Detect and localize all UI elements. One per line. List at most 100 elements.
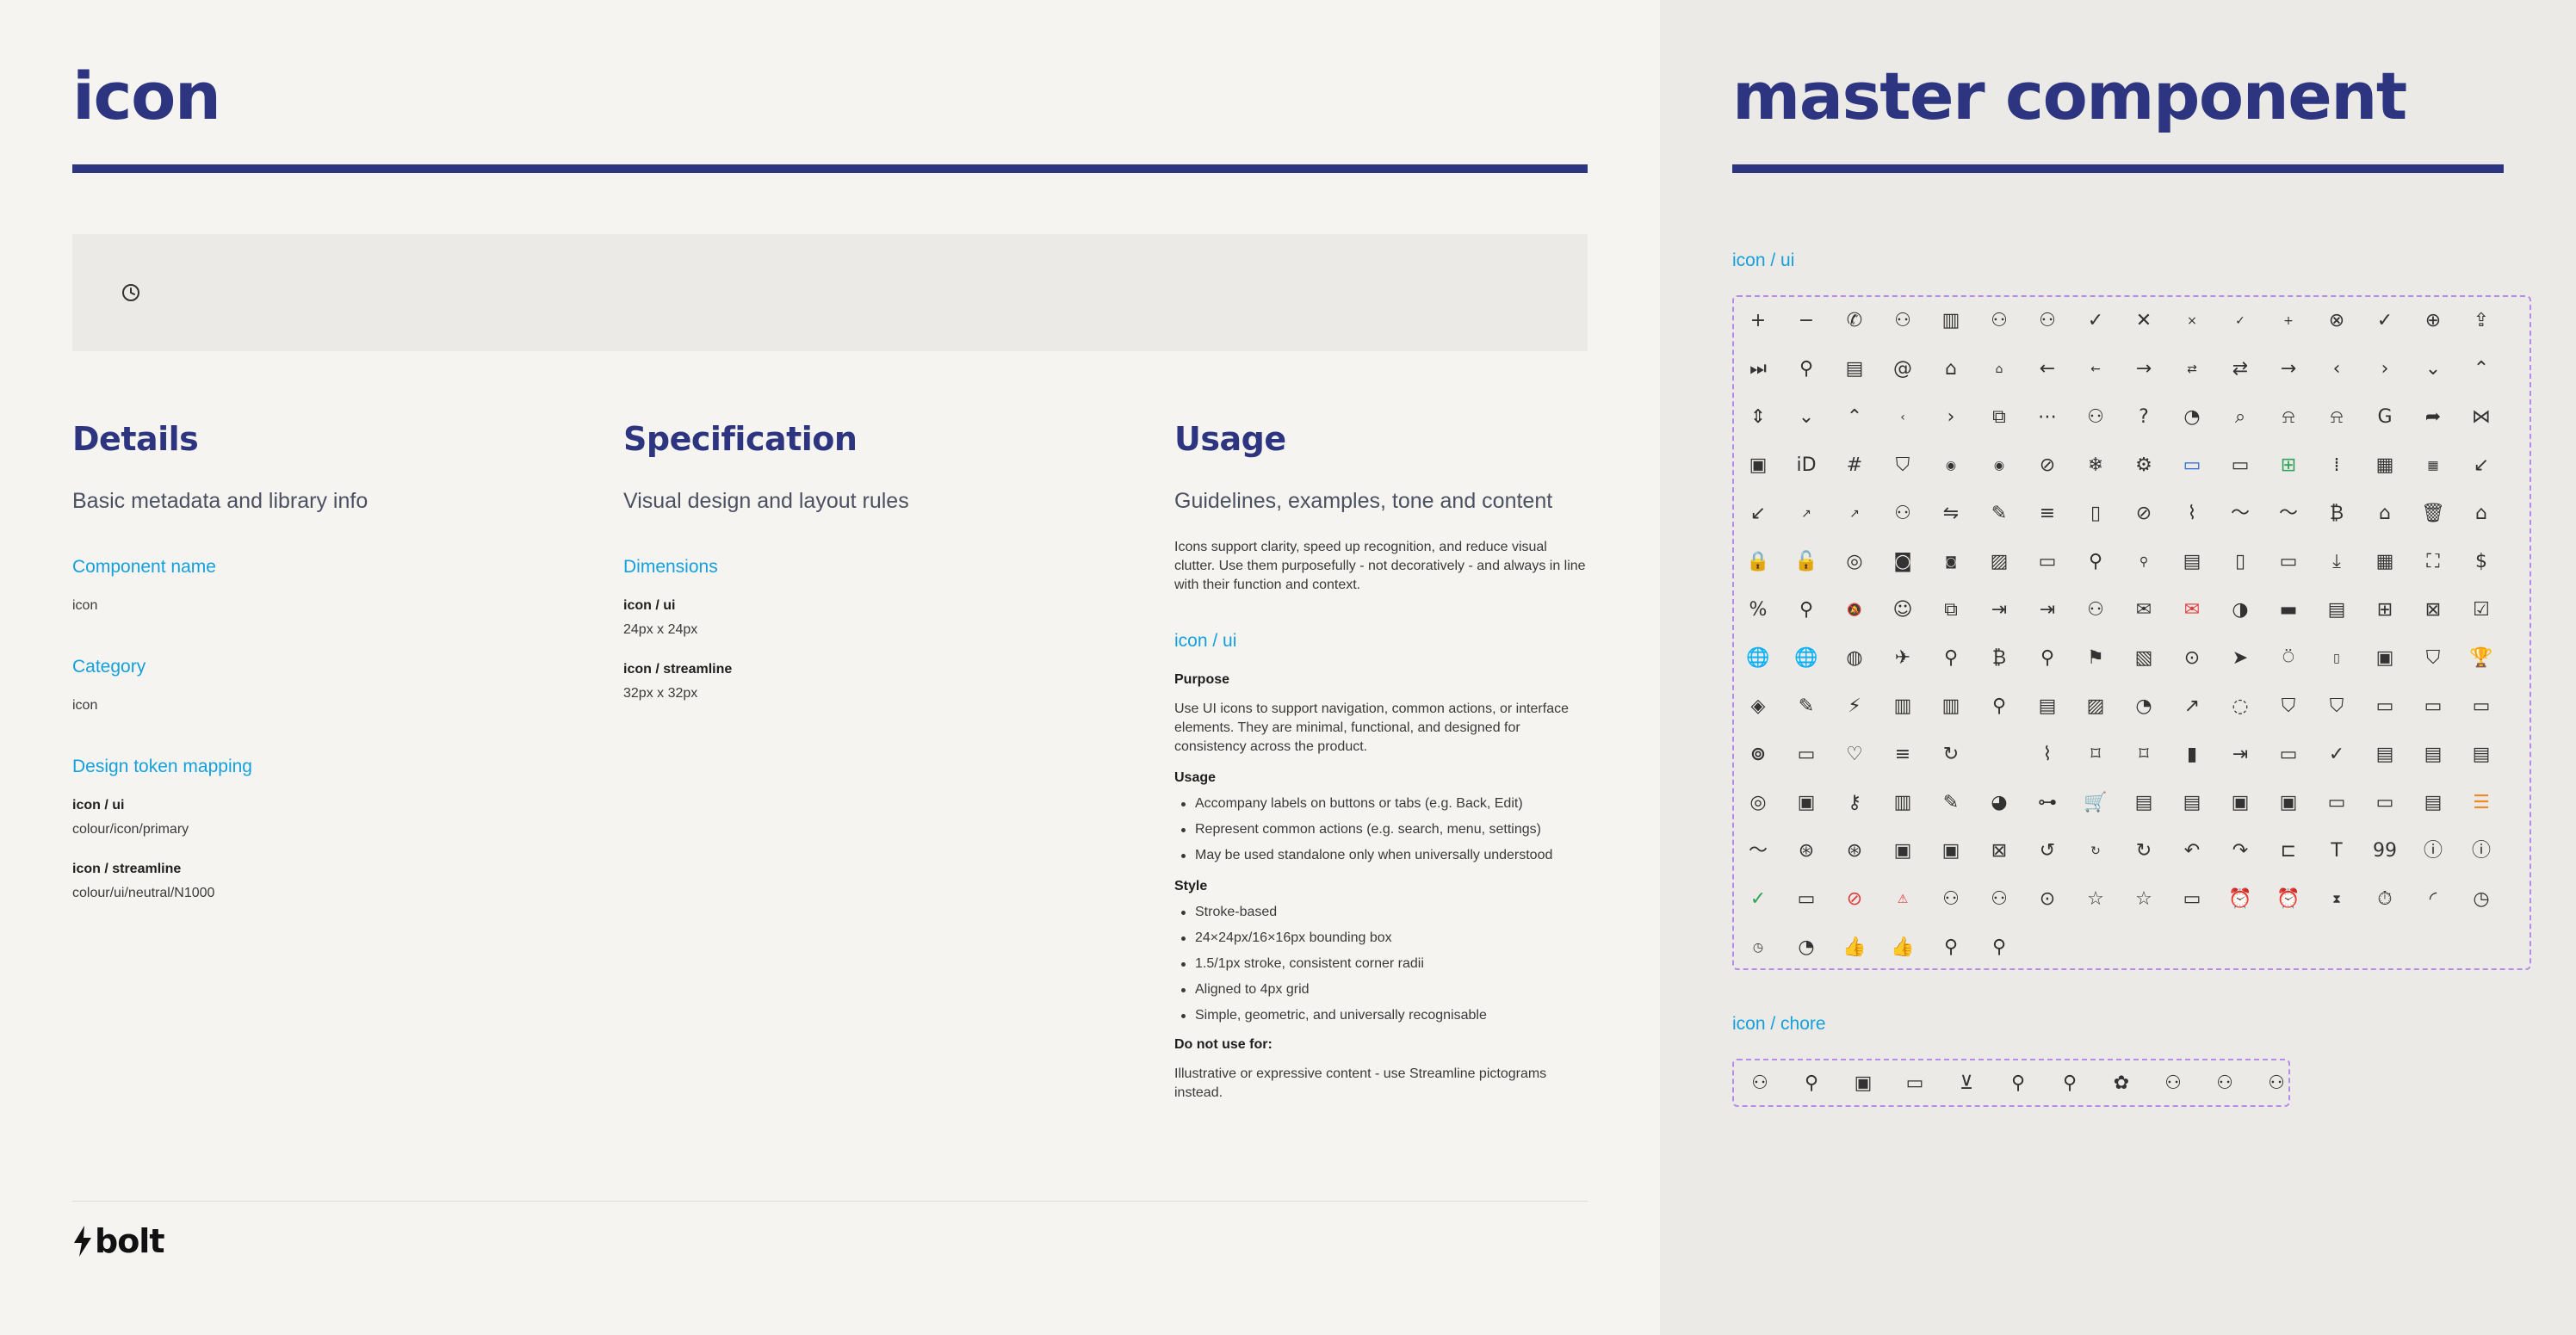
ui-icon: ▤ <box>2472 744 2491 765</box>
ui-icon: ◔ <box>1798 936 1815 958</box>
ui-icon: ⌂ <box>2475 503 2487 524</box>
master-component-title: master component <box>1732 58 2407 134</box>
icon-ui-section-label: icon / ui <box>1732 250 1795 270</box>
ui-icon: ◜ <box>2429 888 2437 910</box>
ui-icon: ↷ <box>2232 840 2249 862</box>
ui-icon: ◷ <box>2473 888 2490 910</box>
ui-icon: ⊙ <box>2039 888 2056 910</box>
ui-icon: ⚲ <box>2088 551 2103 572</box>
ui-icon: ⚲ <box>1991 695 2007 717</box>
dimensions-label: Dimensions <box>623 557 718 577</box>
ui-icon: ▤ <box>1845 358 1864 380</box>
list-item: Aligned to 4px grid <box>1174 977 1588 1003</box>
ui-icon: ⚙ <box>2135 454 2152 476</box>
ui-icon: ▭ <box>2183 888 2201 910</box>
ui-icon: ⚇ <box>2087 406 2104 428</box>
specification-column: Specification Visual design and layout r… <box>623 420 1140 701</box>
ui-icon: ▯ <box>2234 551 2246 572</box>
chore-icon: ⚲ <box>2010 1072 2026 1094</box>
ui-icon: › <box>2381 358 2389 380</box>
ui-icon: ◕ <box>1991 792 2008 813</box>
ui-icon: ⇥ <box>2232 744 2249 765</box>
style-label: Style <box>1174 879 1208 893</box>
ui-icon: ⇄ <box>2232 358 2249 380</box>
ui-icon: ⚲ <box>1799 599 1814 621</box>
ui-icon: ↻ <box>2135 840 2152 862</box>
ui-icon: ⚲ <box>2040 647 2055 669</box>
icon-chore-grid: ⚇ ⚲ ▣ ▭ ⊻ ⚲ ⚲ ✿ ⚇ ⚇ ⚇ <box>1732 1059 2290 1107</box>
category-label: Category <box>72 657 146 677</box>
ui-icon: ◎ <box>1846 551 1863 572</box>
spec-streamline-label: icon / streamline <box>623 662 733 677</box>
ui-icon: ⌂ <box>2379 503 2391 524</box>
ui-icon: ✎ <box>1942 792 1960 813</box>
ui-icon: ➦ <box>2424 406 2442 428</box>
chore-icon: ⚇ <box>2268 1072 2285 1094</box>
clock-icon <box>122 284 139 301</box>
ui-icon: ▤ <box>2424 792 2443 813</box>
ui-icon: ₿ <box>1991 647 2007 669</box>
ui-icon: ▬ <box>2279 599 2298 621</box>
ui-icon: ↶ <box>2183 840 2201 862</box>
ui-icon: → <box>2135 358 2152 380</box>
title-rule <box>72 164 1588 173</box>
left-panel: icon Details Basic metadata and library … <box>0 0 1660 1335</box>
ui-icon: ✉ <box>2135 599 2152 621</box>
ui-icon: ▨ <box>2086 695 2105 717</box>
ui-icon: ⚇ <box>1894 503 1911 524</box>
list-item: Stroke-based <box>1174 899 1588 925</box>
ui-icon: @ <box>1893 358 1912 380</box>
ui-icon: ⏰ <box>2228 888 2252 910</box>
ui-icon: ▣ <box>2375 647 2394 669</box>
ui-icon: # <box>1846 454 1863 476</box>
usage-list-label: Usage <box>1174 770 1217 785</box>
ui-icon: ↻ <box>1942 744 1960 765</box>
ui-icon: ◔ <box>2135 695 2152 717</box>
ui-icon: ⊛ <box>1798 840 1815 862</box>
details-column: Details Basic metadata and library info … <box>72 420 589 901</box>
ui-icon: ≡ <box>1894 744 1911 765</box>
ui-icon: 〜 <box>2230 503 2250 524</box>
ui-icon: ⊙ <box>2183 647 2201 669</box>
ui-icon: ✓ <box>2376 310 2393 331</box>
ui-icon: ⚲ <box>1799 358 1814 380</box>
ui-icon: ▭ <box>2183 454 2201 476</box>
ui-icon: ☑ <box>2473 599 2490 621</box>
ui-icon: ⌂ <box>1995 362 2003 376</box>
logo-text: bolt <box>95 1222 164 1260</box>
component-name-value: icon <box>72 598 98 613</box>
ui-icon: 🛒 <box>2084 792 2108 813</box>
ui-icon: ▭ <box>2279 744 2298 765</box>
ui-icon: ◍ <box>1846 647 1863 669</box>
ui-icon: ▭ <box>1797 744 1816 765</box>
ui-icon: ⤓ <box>2332 551 2341 572</box>
ui-icon: ⧗ <box>2332 893 2341 906</box>
ui-icon: ▤ <box>2375 744 2394 765</box>
ui-icon: ▭ <box>2375 792 2394 813</box>
chore-icon: ⚇ <box>2164 1072 2182 1094</box>
ui-icon: ⁞ <box>2333 454 2340 476</box>
chore-icon: ⚇ <box>2216 1072 2233 1094</box>
chore-icon: ▣ <box>1854 1072 1873 1094</box>
ui-icon: ❄ <box>2087 454 2104 476</box>
ui-icon: ↺ <box>2039 840 2056 862</box>
ui-icon: + <box>1749 310 1767 331</box>
ui-icon: T <box>2331 840 2343 862</box>
ui-icon: ⚡ <box>1848 695 1861 717</box>
do-not-use-text: Illustrative or expressive content - use… <box>1174 1066 1547 1100</box>
token-mapping-label: Design token mapping <box>72 757 252 776</box>
ui-icon: ↙ <box>2473 454 2490 476</box>
ui-icon: ☰ <box>2473 792 2490 813</box>
ui-icon: ⍾ <box>2330 406 2344 428</box>
ui-icon: ⚷ <box>1847 792 1862 813</box>
ui-icon: ⏰ <box>2276 888 2300 910</box>
ui-icon: ◔ <box>2183 406 2201 428</box>
ui-icon: ⓘ <box>2423 840 2443 862</box>
ui-icon: ₿ <box>2329 503 2344 524</box>
ui-icon: ⌕ <box>2234 406 2246 428</box>
ui-icon: ▦ <box>2427 459 2439 473</box>
ui-icon: ▦ <box>2375 551 2394 572</box>
list-item: May be used standalone only when univers… <box>1174 843 1588 868</box>
ui-icon: ▣ <box>1941 840 1960 862</box>
ui-icon: ▨ <box>1990 551 2009 572</box>
